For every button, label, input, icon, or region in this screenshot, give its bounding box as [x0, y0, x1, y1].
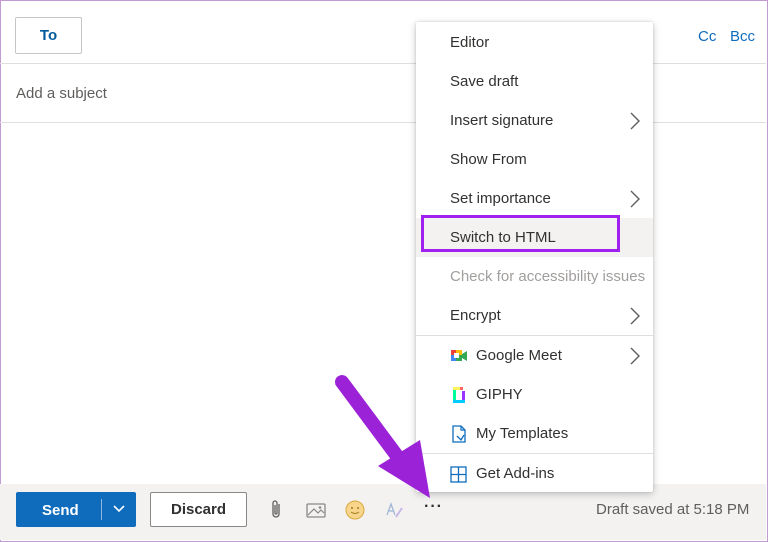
menu-item-insert-signature[interactable]: Insert signature [416, 101, 653, 140]
menu-item-show-from[interactable]: Show From [416, 140, 653, 179]
switch-to-html-highlight [421, 215, 620, 252]
menu-item-encrypt[interactable]: Encrypt [416, 296, 653, 335]
menu-item-label: My Templates [476, 425, 569, 442]
templates-icon [452, 425, 466, 443]
menu-item-label: Google Meet [476, 347, 562, 364]
subject-input[interactable]: Add a subject [16, 85, 107, 102]
menu-item-label: Editor [450, 34, 490, 51]
cc-link[interactable]: Cc [698, 28, 716, 45]
chevron-right-icon [630, 307, 640, 325]
to-button[interactable]: To [15, 17, 82, 54]
menu-item-label: Check for accessibility issues [450, 268, 646, 285]
menu-item-label: Insert signature [450, 112, 554, 129]
menu-item-label: GIPHY [476, 386, 523, 403]
giphy-icon [453, 387, 465, 403]
menu-item-label: Get Add-ins [476, 465, 555, 482]
menu-item-set-importance[interactable]: Set importance [416, 179, 653, 218]
draft-status: Draft saved at 5:18 PM [596, 501, 750, 518]
menu-item-google-meet[interactable]: Google Meet [416, 336, 653, 375]
menu-item-label: Save draft [450, 73, 519, 90]
chevron-right-icon [630, 112, 640, 130]
add-ins-icon [450, 466, 467, 483]
menu-item-check-accessibility: Check for accessibility issues [416, 257, 653, 296]
send-label: Send [42, 502, 79, 519]
paperclip-icon[interactable] [266, 499, 288, 521]
menu-item-label: Show From [450, 151, 527, 168]
menu-item-editor[interactable]: Editor [416, 23, 653, 62]
send-divider [101, 499, 102, 520]
image-icon[interactable] [305, 499, 327, 521]
send-button[interactable]: Send [16, 492, 136, 527]
annotation-arrow-icon [335, 375, 430, 498]
discard-button[interactable]: Discard [150, 492, 247, 527]
chevron-right-icon [630, 347, 640, 365]
bcc-link[interactable]: Bcc [730, 28, 755, 45]
menu-item-get-add-ins[interactable]: Get Add-ins [416, 454, 653, 493]
menu-item-label: Encrypt [450, 307, 501, 324]
google-meet-icon [451, 350, 467, 361]
menu-item-label: Set importance [450, 190, 551, 207]
chevron-down-icon[interactable] [112, 501, 126, 517]
chevron-right-icon [630, 190, 640, 208]
menu-item-save-draft[interactable]: Save draft [416, 62, 653, 101]
more-options-menu: Editor Save draft Insert signature Show … [416, 22, 653, 492]
menu-item-my-templates[interactable]: My Templates [416, 414, 653, 453]
menu-item-giphy[interactable]: GIPHY [416, 375, 653, 414]
